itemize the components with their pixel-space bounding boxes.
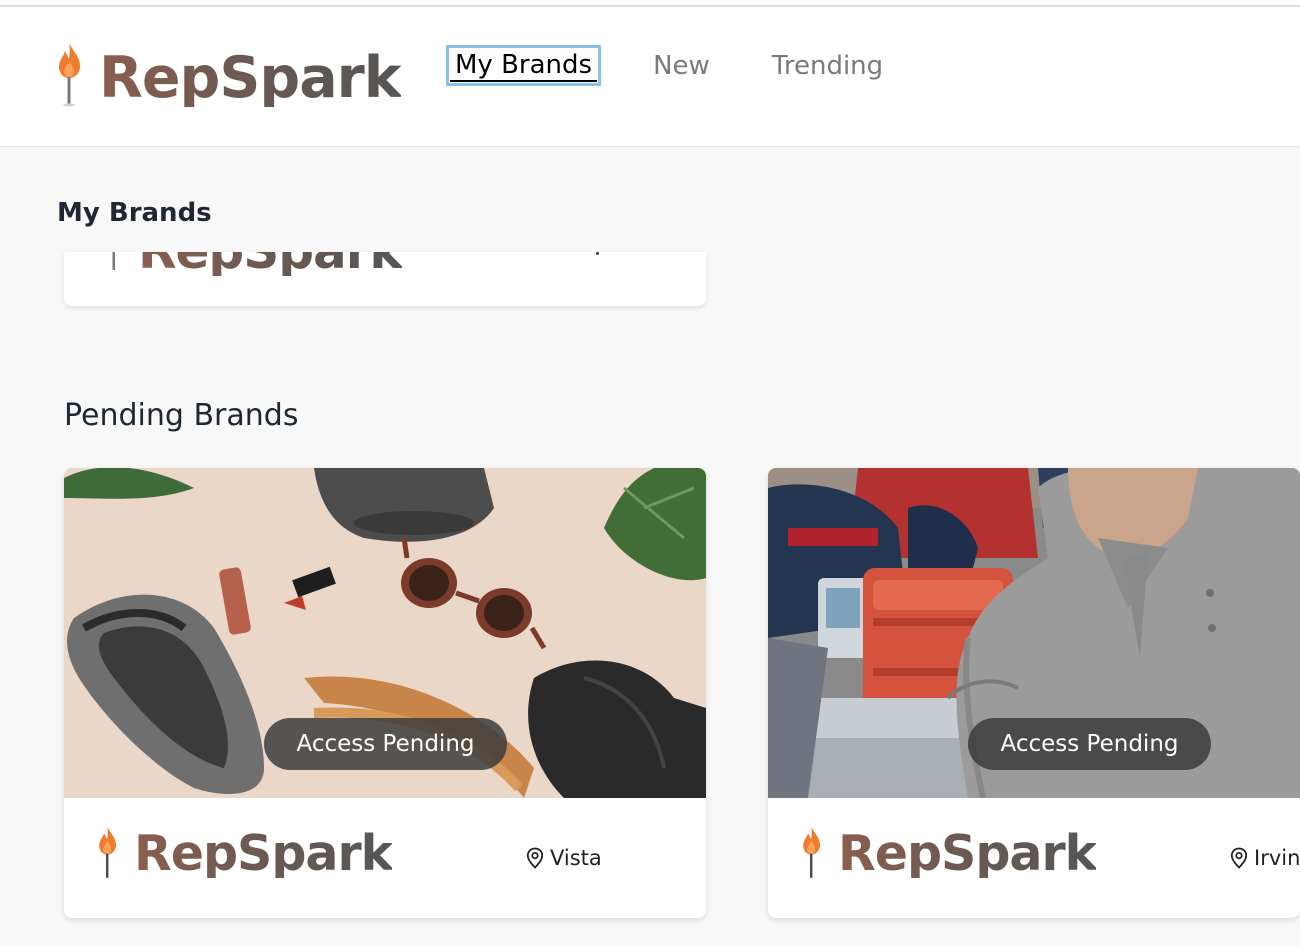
location-pin-icon: [1230, 847, 1248, 869]
main-nav: My Brands New Trending: [445, 45, 883, 86]
flame-icon: [104, 252, 124, 272]
location-text: Vista: [550, 846, 602, 870]
brand-photo: Access Pending: [768, 468, 1300, 798]
top-navigation-bar: RepSpark My Brands New Trending: [0, 7, 1300, 147]
my-brand-card[interactable]: RepSpark: [64, 252, 706, 306]
brand-logo: RepSpark: [800, 824, 1097, 882]
location-pin-icon: [526, 847, 544, 869]
flame-icon: [96, 824, 120, 882]
access-pending-badge: Access Pending: [968, 718, 1211, 770]
nav-my-brands[interactable]: My Brands: [445, 45, 602, 86]
card-footer: RepSpark Vista: [64, 798, 706, 918]
logo-wordmark: RepSpark: [838, 825, 1097, 882]
my-brands-heading: My Brands: [57, 198, 212, 228]
brand-photo: Access Pending: [64, 468, 706, 798]
logo-wordmark: RepSpark: [99, 45, 402, 111]
pending-brand-card[interactable]: Access Pending RepSpark Vista: [64, 468, 706, 918]
brand-logo: RepSpark: [96, 824, 393, 882]
brand-logo: RepSpark: [104, 252, 403, 276]
brand-location: Irvine: [1230, 846, 1300, 870]
repspark-logo[interactable]: RepSpark: [55, 41, 402, 111]
logo-wordmark: RepSpark: [134, 825, 393, 882]
nav-trending[interactable]: Trending: [772, 51, 883, 81]
scroll-artifact: [596, 252, 599, 255]
flame-icon: [55, 41, 85, 111]
brand-location: Vista: [526, 846, 602, 870]
top-border: [0, 0, 1300, 7]
pending-brand-card[interactable]: Access Pending RepSpark Irvine: [768, 468, 1300, 918]
location-text: Irvine: [1254, 846, 1300, 870]
nav-new[interactable]: New: [653, 51, 710, 81]
card-footer: RepSpark Irvine: [768, 798, 1300, 918]
logo-wordmark: RepSpark: [138, 252, 403, 276]
flame-icon: [800, 824, 824, 882]
pending-brands-heading: Pending Brands: [64, 398, 299, 433]
access-pending-badge: Access Pending: [264, 718, 507, 770]
